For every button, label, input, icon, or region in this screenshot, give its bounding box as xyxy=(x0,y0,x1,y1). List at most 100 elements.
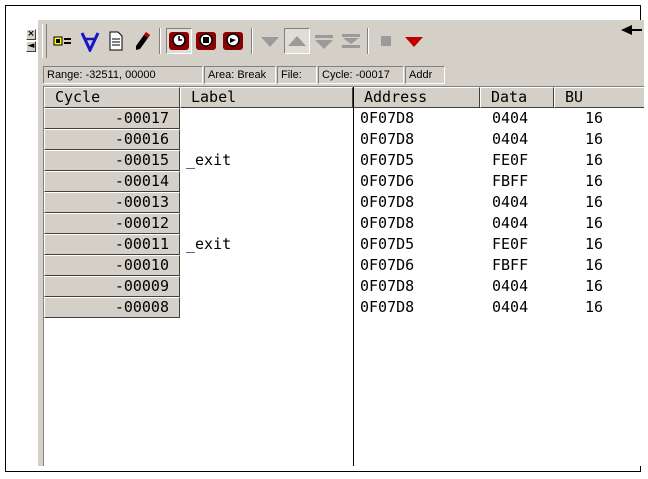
address-cell: 0F07D5 xyxy=(360,235,415,253)
trace-start-button[interactable] xyxy=(166,28,192,54)
toolbar-separator xyxy=(367,28,369,54)
jump-down-button[interactable] xyxy=(257,28,283,54)
column-header-bus[interactable]: BU xyxy=(554,87,644,108)
scroll-down-button[interactable] xyxy=(311,28,337,54)
stop-icon xyxy=(381,36,391,46)
trace-stop-icon xyxy=(196,32,216,50)
stop-button[interactable] xyxy=(373,28,399,54)
data-cell: 0404 xyxy=(492,277,529,295)
cycle-field: Cycle: -00017 xyxy=(318,66,404,84)
status-icon xyxy=(53,36,71,46)
down-red-button[interactable] xyxy=(401,28,427,54)
jump-up-icon xyxy=(288,36,306,46)
toolbar-separator xyxy=(159,28,161,54)
table-row[interactable]: -00010 0F07D6 FBFF 16 xyxy=(44,255,644,276)
table-row[interactable]: -00017 0F07D8 0404 16 xyxy=(44,108,644,129)
cycle-cell: -00013 xyxy=(44,192,180,213)
address-cell: 0F07D8 xyxy=(360,298,415,316)
cycle-cell: -00008 xyxy=(44,297,180,318)
address-cell: 0F07D5 xyxy=(360,151,415,169)
cycle-cell: -00016 xyxy=(44,129,180,150)
data-cell: 0404 xyxy=(492,130,529,148)
edit-button[interactable] xyxy=(129,28,155,54)
column-header-cycle[interactable]: Cycle xyxy=(44,87,180,108)
bus-cell: 16 xyxy=(585,109,604,127)
table-row[interactable]: -00008 0F07D8 0404 16 xyxy=(44,297,644,318)
toolbar-separator xyxy=(251,28,253,54)
trace-table: Cycle Label Address Data BU -00017 0F07D8… xyxy=(43,86,644,466)
toolbar xyxy=(38,20,644,63)
scroll-end-icon xyxy=(342,34,360,48)
filter-button[interactable] xyxy=(77,28,103,54)
table-row[interactable]: -00014 0F07D6 FBFF 16 xyxy=(44,171,644,192)
column-divider xyxy=(353,87,354,466)
column-header-address[interactable]: Address xyxy=(353,87,480,108)
document-icon xyxy=(109,31,123,51)
column-header-data[interactable]: Data xyxy=(480,87,554,108)
toolbar-grip[interactable] xyxy=(42,24,47,58)
table-row[interactable]: -00011 _exit 0F07D5 FE0F 16 xyxy=(44,234,644,255)
trace-restart-button[interactable] xyxy=(220,28,246,54)
table-row[interactable]: -00016 0F07D8 0404 16 xyxy=(44,129,644,150)
bus-cell: 16 xyxy=(585,256,604,274)
jump-up-button[interactable] xyxy=(284,28,310,54)
cycle-cell: -00012 xyxy=(44,213,180,234)
callout-arrowhead-icon xyxy=(621,25,632,35)
cycle-cell: -00014 xyxy=(44,171,180,192)
trace-start-icon xyxy=(169,32,189,50)
jump-down-icon xyxy=(261,37,279,47)
file-field: File: xyxy=(277,66,317,84)
collapse-left-icon[interactable]: ◄ xyxy=(26,41,36,52)
data-cell: 0404 xyxy=(492,109,529,127)
cycle-cell: -00010 xyxy=(44,255,180,276)
address-cell: 0F07D8 xyxy=(360,130,415,148)
trace-restart-icon xyxy=(223,32,243,50)
label-cell: _exit xyxy=(186,151,232,169)
address-cell: 0F07D8 xyxy=(360,214,415,232)
address-cell: 0F07D6 xyxy=(360,256,415,274)
trace-stop-button[interactable] xyxy=(193,28,219,54)
data-cell: 0404 xyxy=(492,214,529,232)
address-cell: 0F07D8 xyxy=(360,277,415,295)
bus-cell: 16 xyxy=(585,235,604,253)
filter-icon xyxy=(80,32,100,52)
area-field: Area: Break xyxy=(204,66,276,84)
table-row[interactable]: -00012 0F07D8 0404 16 xyxy=(44,213,644,234)
cycle-cell: -00017 xyxy=(44,108,180,129)
data-cell: 0404 xyxy=(492,298,529,316)
bus-cell: 16 xyxy=(585,298,604,316)
cycle-cell: -00015 xyxy=(44,150,180,171)
address-field: Addr xyxy=(405,66,445,84)
address-cell: 0F07D6 xyxy=(360,172,415,190)
bus-cell: 16 xyxy=(585,172,604,190)
data-cell: FBFF xyxy=(492,172,529,190)
range-field: Range: -32511, 00000 xyxy=(43,66,203,84)
down-red-icon xyxy=(405,37,423,47)
address-cell: 0F07D8 xyxy=(360,109,415,127)
table-row[interactable]: -00015 _exit 0F07D5 FE0F 16 xyxy=(44,150,644,171)
bus-cell: 16 xyxy=(585,193,604,211)
status-button[interactable] xyxy=(51,28,77,54)
info-bar: Range: -32511, 00000 Area: Break File: C… xyxy=(38,65,644,85)
data-cell: FE0F xyxy=(492,235,529,253)
document-button[interactable] xyxy=(103,28,129,54)
cycle-cell: -00009 xyxy=(44,276,180,297)
edit-icon xyxy=(136,32,150,50)
table-row[interactable]: -00009 0F07D8 0404 16 xyxy=(44,276,644,297)
table-row[interactable]: -00013 0F07D8 0404 16 xyxy=(44,192,644,213)
address-cell: 0F07D8 xyxy=(360,193,415,211)
bus-cell: 16 xyxy=(585,214,604,232)
scroll-end-button[interactable] xyxy=(338,28,364,54)
bus-cell: 16 xyxy=(585,151,604,169)
bus-cell: 16 xyxy=(585,277,604,295)
data-cell: FBFF xyxy=(492,256,529,274)
trace-window: Range: -32511, 00000 Area: Break File: C… xyxy=(38,20,644,466)
data-cell: FE0F xyxy=(492,151,529,169)
column-header-label[interactable]: Label xyxy=(180,87,353,108)
close-icon[interactable]: × xyxy=(26,29,36,40)
scroll-down-icon xyxy=(315,35,333,49)
data-cell: 0404 xyxy=(492,193,529,211)
bus-cell: 16 xyxy=(585,130,604,148)
label-cell: _exit xyxy=(186,235,232,253)
cycle-cell: -00011 xyxy=(44,234,180,255)
